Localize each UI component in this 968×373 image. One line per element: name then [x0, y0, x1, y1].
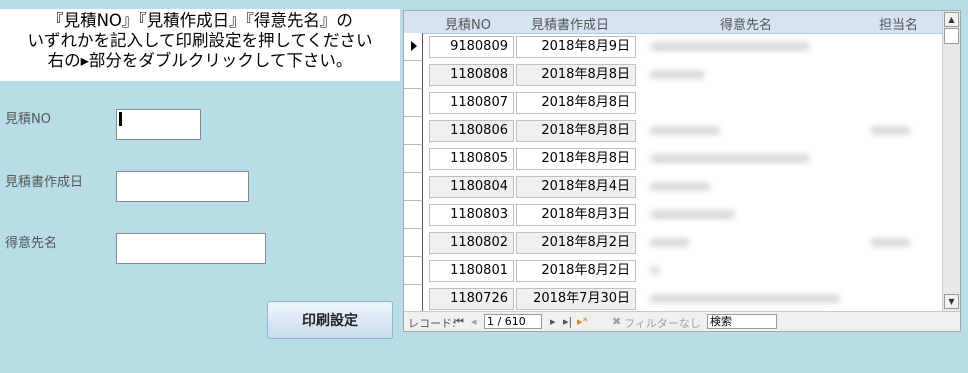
customer-name-input[interactable] — [116, 233, 266, 264]
quote-date-cell[interactable]: 2018年8月9日 — [516, 36, 636, 58]
first-record-icon[interactable]: ⏮ — [454, 315, 464, 329]
instruction-line-3: 右の▸部分をダブルクリックして下さい。 — [47, 51, 353, 70]
quote-no-cell[interactable]: 9180809 — [429, 36, 514, 58]
redacted-text — [650, 238, 690, 247]
table-row[interactable]: 1180807 2018年8月8日 — [404, 89, 942, 117]
next-record-icon[interactable]: ▸ — [550, 315, 556, 328]
quote-no-cell[interactable]: 1180802 — [429, 232, 514, 254]
col-header-customer[interactable]: 得意先名 — [720, 14, 772, 33]
quote-no-cell[interactable]: 1180801 — [429, 260, 514, 282]
customer-cell[interactable] — [640, 120, 940, 142]
quote-no-cell[interactable]: 1180726 — [429, 288, 514, 310]
quote-no-cell[interactable]: 1180807 — [429, 92, 514, 114]
quote-date-label: 見積書作成日 — [5, 175, 84, 190]
quote-date-cell[interactable]: 2018年7月30日 — [516, 288, 636, 310]
record-label: レコード: — [408, 317, 456, 330]
quote-no-cell[interactable]: 1180806 — [429, 120, 514, 142]
record-selector[interactable] — [404, 201, 423, 229]
quote-no-cell[interactable]: 1180808 — [429, 64, 514, 86]
redacted-text — [650, 154, 810, 163]
redacted-text — [650, 210, 735, 219]
quote-no-cell[interactable]: 1180804 — [429, 176, 514, 198]
quote-date-cell[interactable]: 2018年8月8日 — [516, 64, 636, 86]
quote-date-cell[interactable]: 2018年8月4日 — [516, 176, 636, 198]
filter-status[interactable]: フィルターなし — [624, 315, 701, 331]
instruction-text: 『見積NO』『見積作成日』『得意先名』の いずれかを記入して印刷設定を押してくだ… — [0, 9, 400, 81]
record-selector[interactable] — [404, 145, 423, 173]
quote-no-cell[interactable]: 1180805 — [429, 148, 514, 170]
redacted-text — [650, 126, 720, 135]
record-selector[interactable] — [404, 33, 423, 61]
last-record-icon[interactable]: ▸| — [563, 315, 572, 328]
redacted-text — [650, 70, 705, 79]
col-header-quote-no[interactable]: 見積NO — [445, 14, 491, 33]
quote-date-cell[interactable]: 2018年8月2日 — [516, 232, 636, 254]
grid-header: 見積NO 見積書作成日 得意先名 担当名 — [404, 11, 942, 34]
redacted-text — [650, 182, 710, 191]
quote-date-cell[interactable]: 2018年8月8日 — [516, 148, 636, 170]
text-caret — [119, 112, 122, 126]
scroll-thumb[interactable] — [944, 28, 959, 44]
redacted-text — [650, 294, 840, 303]
prev-record-icon[interactable]: ◂ — [471, 315, 477, 328]
col-header-quote-date[interactable]: 見積書作成日 — [531, 14, 609, 33]
customer-label: 得意先名 — [5, 236, 58, 251]
record-selector[interactable] — [404, 61, 423, 89]
quote-date-input[interactable] — [116, 171, 249, 202]
table-row[interactable]: 9180809 2018年8月9日 — [404, 33, 942, 61]
col-header-staff[interactable]: 担当名 — [879, 14, 918, 33]
customer-cell[interactable] — [640, 204, 940, 226]
redacted-text — [650, 266, 660, 275]
customer-cell[interactable] — [640, 176, 940, 198]
record-navigation-bar: レコード: ⏮ ◂ 1 / 610 ▸ ▸| ▸* ✖ フィルターなし 検索 — [404, 311, 960, 331]
redacted-text — [870, 126, 910, 135]
instruction-line-2: いずれかを記入して印刷設定を押してください — [27, 31, 373, 50]
quote-no-input[interactable] — [116, 109, 201, 140]
customer-cell[interactable] — [640, 92, 940, 114]
record-selector[interactable] — [404, 89, 423, 117]
table-row[interactable]: 1180726 2018年7月30日 — [404, 285, 942, 313]
record-selector[interactable] — [404, 257, 423, 285]
current-record-icon — [411, 41, 417, 51]
vertical-scrollbar[interactable]: ▲ ▼ — [942, 11, 960, 311]
table-row[interactable]: 1180802 2018年8月2日 — [404, 229, 942, 257]
scroll-down-icon[interactable]: ▼ — [944, 294, 959, 309]
record-selector[interactable] — [404, 173, 423, 201]
new-record-icon[interactable]: ▸* — [577, 315, 588, 328]
record-selector[interactable] — [404, 117, 423, 145]
customer-cell[interactable] — [640, 288, 940, 310]
record-position-input[interactable]: 1 / 610 — [484, 314, 542, 329]
search-input[interactable]: 検索 — [707, 314, 777, 329]
record-selector[interactable] — [404, 229, 423, 257]
customer-cell[interactable] — [640, 232, 940, 254]
record-selector[interactable] — [404, 285, 423, 313]
quote-date-cell[interactable]: 2018年8月3日 — [516, 204, 636, 226]
redacted-text — [870, 238, 910, 247]
quote-date-cell[interactable]: 2018年8月8日 — [516, 92, 636, 114]
instruction-line-1: 『見積NO』『見積作成日』『得意先名』の — [47, 11, 353, 30]
filter-icon[interactable]: ✖ — [612, 315, 621, 328]
table-row[interactable]: 1180808 2018年8月8日 — [404, 61, 942, 89]
table-row[interactable]: 1180801 2018年8月2日 — [404, 257, 942, 285]
quote-datasheet: 見積NO 見積書作成日 得意先名 担当名 9180809 2018年8月9日 118… — [403, 10, 961, 332]
table-row[interactable]: 1180806 2018年8月8日 — [404, 117, 942, 145]
quote-no-cell[interactable]: 1180803 — [429, 204, 514, 226]
table-row[interactable]: 1180803 2018年8月3日 — [404, 201, 942, 229]
quote-no-label: 見積NO — [5, 112, 51, 127]
customer-cell[interactable] — [640, 260, 940, 282]
quote-date-cell[interactable]: 2018年8月2日 — [516, 260, 636, 282]
customer-cell[interactable] — [640, 36, 940, 58]
customer-cell[interactable] — [640, 64, 940, 86]
table-row[interactable]: 1180805 2018年8月8日 — [404, 145, 942, 173]
table-row[interactable]: 1180804 2018年8月4日 — [404, 173, 942, 201]
customer-cell[interactable] — [640, 148, 940, 170]
print-settings-button[interactable]: 印刷設定 — [267, 301, 393, 339]
redacted-text — [650, 42, 810, 51]
scroll-up-icon[interactable]: ▲ — [944, 12, 959, 27]
quote-date-cell[interactable]: 2018年8月8日 — [516, 120, 636, 142]
